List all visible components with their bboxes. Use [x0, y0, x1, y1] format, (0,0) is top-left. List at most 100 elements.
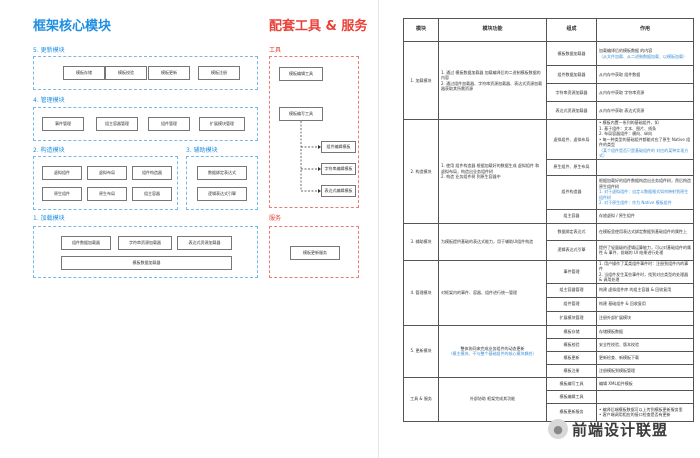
table-cell-role: • 模板内置一系列的基础组件，如 1. 基于组件：文本、图片、线条 2. 布局容…	[596, 119, 694, 160]
role-text: 加载编译后的模板数据 的内容	[599, 48, 653, 53]
module-box: 模板注册	[198, 66, 240, 80]
table-row: 2. 构造模块 1. 使用 组件构造器 根据加载好的数据生成 虚拟组件 和 虚拟…	[403, 119, 694, 224]
load-module-label: 1. 加载模块	[33, 215, 65, 222]
role-text: 根据加载好的组件数据构造出业务组件树，然后构造原生组件树	[599, 178, 691, 189]
table-cell-func: 1. 使用 组件构造器 根据加载好的数据生成 虚拟组件 和 虚拟布局，构造出业务…	[438, 119, 547, 224]
table-cell-role: 存储模板数据	[596, 324, 694, 339]
table-cell-part: 原生组件、原生布局	[546, 158, 597, 176]
table-cell-role: 从内存中获取 表达式资源	[596, 101, 694, 120]
wechat-icon: ●	[548, 419, 568, 439]
module-box: 组件构造器	[132, 166, 172, 180]
table-cell-role: 根据加载好的组件数据构造出业务组件树，然后构造原生组件树 1. 对于虚拟组件：自定…	[596, 174, 694, 210]
table-cell-role: 构建 基础组件 & 回收复用	[596, 296, 694, 312]
module-box: 模板更新	[148, 66, 190, 80]
manage-module-label: 4. 管理模块	[33, 97, 65, 104]
table-cell-part: 模板校验	[546, 337, 597, 352]
table-header-cell: 模块	[403, 18, 439, 42]
module-box: 数据绑定表达式	[197, 166, 247, 180]
table-row: 3. 辅助模块 为模板提供基础的表达式能力，用于辅助UI组件构造 数据绑定表达式…	[403, 222, 694, 261]
table-cell-role: 注册模板到模板管理	[596, 363, 694, 378]
tools-label: 工具	[269, 47, 282, 54]
table-header-cell: 组成	[546, 18, 597, 42]
module-box: 组主容器	[132, 187, 172, 201]
role-note: （某个组件是否只是基础组件的 对应的某种实现方式）	[599, 147, 689, 159]
module-box: 事件管理	[42, 117, 84, 131]
service-label: 服务	[269, 215, 282, 222]
module-box: 表达式资源加载器	[177, 236, 232, 250]
assist-module-label: 3. 辅助模块	[186, 147, 218, 154]
table-cell-role: 编辑 XML组件模板	[596, 376, 694, 391]
table-cell-role: 1. 用户操作了某类组件事件时：注册到组件内的事件 2. 当组件发生某些事件时，…	[596, 259, 694, 284]
table-cell-part: 模板注册	[546, 363, 597, 378]
table-cell-role: 在模板里使用表达式绑定数据到基础组件的属性上	[596, 222, 694, 241]
table-cell-module: 1. 加载模块	[403, 41, 439, 120]
manage-module-group: 事件管理 组主容器管理 组件管理 扩展模块管理	[33, 107, 258, 141]
tools-group: 模板编辑工具 模板编写工具 组件编辑模板 字符串编辑模板 表达式编辑模板	[269, 56, 359, 208]
func-text: 整体协同来完成业务组件的动态更新	[460, 345, 525, 351]
table-cell-part: 数据绑定表达式	[546, 222, 597, 241]
panel-divider	[378, 0, 379, 458]
table-cell-part: 模板编辑工具	[546, 389, 597, 404]
table-cell-func: 对框架内的事件、容器、组件进行统一管理	[438, 259, 547, 326]
table-cell-role: 安全性校验、版本校验	[596, 337, 694, 352]
module-box: 原生组件	[42, 187, 82, 201]
table-cell-func: 1. 通过 模板数据加载器 加载编译后的二进制模板数据的内容 2. 通过组件加载…	[438, 41, 547, 120]
module-box: 模板数据加载器	[61, 256, 232, 270]
table-cell-role: 构建 虚拟组件库 的组主容器 & 回收复用	[596, 282, 694, 298]
func-note: （模主模块、不与整个基础组件的核心模块耦合）	[448, 351, 537, 356]
module-box: 虚拟布局	[87, 166, 127, 180]
module-box: 组主容器管理	[96, 117, 138, 131]
table-row: 1. 加载模块 1. 通过 模板数据加载器 加载编译后的二进制模板数据的内容 2…	[403, 41, 694, 120]
table-cell-part: 字符串资源加载器	[546, 83, 597, 102]
module-box: 组件管理	[148, 117, 190, 131]
table-cell-module: 2. 构造模块	[403, 119, 439, 224]
role-note: 1. 对于虚拟组件：自定义数据格式如何映射到原生组件树 2. 对于原生组件：作为…	[599, 189, 689, 206]
table-header-cell: 作用	[596, 18, 694, 42]
table-cell-module: 工具 & 服务	[403, 376, 439, 422]
table-cell-part: 组主容器	[546, 208, 597, 224]
watermark: ● 前端设计联盟	[548, 416, 668, 442]
table-cell-role: 存放虚拟 / 原生组件	[596, 208, 694, 224]
watermark-text: 前端设计联盟	[572, 420, 669, 439]
table-cell-role: 从内存中获取 字符串资源	[596, 83, 694, 102]
table-cell-part: 组件管理	[546, 296, 597, 312]
table-cell-role: 从内存中获取 组件数据	[596, 65, 694, 84]
table-cell-part: 逻辑表达式引擎	[546, 239, 597, 261]
table-cell-part: 组件构造器	[546, 174, 597, 210]
build-module-label: 2. 构造模块	[33, 147, 65, 154]
table-cell-func: 外部协助 框架完成其功能	[438, 376, 547, 422]
table-cell-part: 组主容器管理	[546, 282, 597, 298]
table-header-row: 模块 模块功能 组成 作用	[403, 18, 694, 42]
table-header-cell: 模块功能	[438, 18, 547, 42]
module-box: 扩展模块管理	[199, 117, 245, 131]
table-cell-part: 事件管理	[546, 259, 597, 284]
table-cell-role: 加载编译后的模板数据 的内容 （从文件加载、从二进制数据加载、以模板加载）	[596, 41, 694, 66]
module-box: 组件数据加载器	[61, 236, 111, 250]
table-cell-role	[596, 389, 694, 404]
table-cell-func: 为模板提供基础的表达式能力，用于辅助UI组件构造	[438, 222, 547, 261]
role-text: • 模板内置一系列的基础组件，如 1. 基于组件：文本、图片、线条 2. 布局容…	[599, 120, 691, 147]
table-cell-role: 更新检查、新模板下载	[596, 350, 694, 365]
update-module-label: 5. 更新模块	[33, 47, 65, 54]
table-cell-role: 提供了轻量级的逻辑运算能力，可以对基础组件的属性 & 事件、前端的 UI 结果进…	[596, 239, 694, 261]
table-cell-func: 整体协同来完成业务组件的动态更新 （模主模块、不与整个基础组件的核心模块耦合）	[438, 324, 547, 378]
tools-services-title: 配套工具 & 服务	[269, 19, 368, 34]
module-box: 字符串资源加载器	[118, 236, 172, 250]
table-cell-part: 表达式资源加载器	[546, 101, 597, 120]
table-cell-module: 5. 更新模块	[403, 324, 439, 378]
table-cell-role	[596, 158, 694, 176]
table-cell-module: 3. 辅助模块	[403, 222, 439, 261]
tool-item-box: 组件编辑模板	[321, 141, 356, 153]
table-row: 5. 更新模块 整体协同来完成业务组件的动态更新 （模主模块、不与整个基础组件的核…	[403, 324, 694, 378]
role-note: （从文件加载、从二进制数据加载、以模板加载）	[599, 53, 687, 59]
table-row: 工具 & 服务 外部协助 框架完成其功能 模板编写工具 编辑 XML组件模板	[403, 376, 694, 422]
table-cell-part: 模板数据加载器	[546, 41, 597, 66]
table-cell-part: 扩展模块管理	[546, 310, 597, 326]
table-cell-part: 组件数据加载器	[546, 65, 597, 84]
table-cell-part: 虚拟组件、虚拟布局	[546, 119, 597, 160]
module-box: 逻辑表达式引擎	[197, 187, 247, 201]
module-box: 原生布局	[87, 187, 127, 201]
tool-item-box: 字符串编辑模板	[321, 163, 356, 175]
module-box: 虚拟组件	[42, 166, 82, 180]
update-module-group: 模板存储 模板校验 模板更新 模板注册	[33, 56, 258, 90]
